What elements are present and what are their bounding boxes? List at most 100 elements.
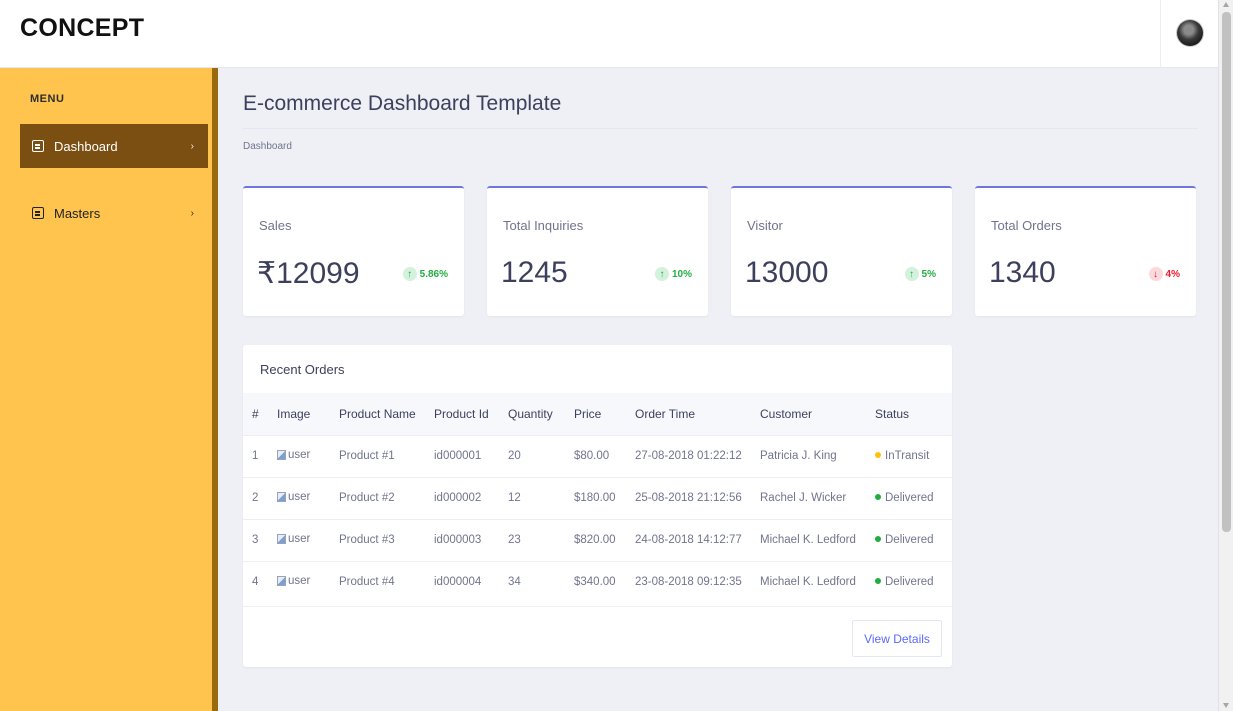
image-alt-text: user: [288, 449, 311, 461]
stat-card-label: Total Inquiries: [503, 218, 584, 233]
sidebar-item-masters[interactable]: Masters ›: [20, 191, 208, 235]
order-time: 23-08-2018 09:12:35: [635, 576, 742, 589]
arrow-down-icon: ↓: [1148, 267, 1163, 281]
stat-card-delta: ↓ 4%: [1148, 267, 1180, 281]
image-alt-text: user: [288, 491, 311, 503]
page-scrollbar[interactable]: [1218, 0, 1233, 711]
row-number: 3: [252, 534, 259, 546]
stat-card-value: 1245: [501, 256, 568, 289]
stat-card-label: Sales: [259, 218, 292, 233]
stat-card-delta-value: 4%: [1165, 268, 1180, 280]
column-header: Image: [277, 406, 311, 421]
broken-image-icon: [277, 492, 286, 502]
sidebar: MENU Dashboard › Masters ›: [0, 68, 218, 711]
status: Delivered: [866, 561, 952, 603]
breadcrumb[interactable]: Dashboard: [243, 141, 292, 152]
quantity: 34: [508, 576, 521, 589]
column-header: Product Id: [434, 406, 489, 421]
row-number: 2: [252, 492, 259, 504]
arrow-up-icon: ↑: [904, 267, 919, 281]
sidebar-menu-title: MENU: [30, 93, 65, 105]
product-name: Product #1: [339, 450, 395, 462]
title-divider: [243, 128, 1198, 129]
order-time: 24-08-2018 14:12:77: [635, 534, 742, 546]
quantity: 23: [508, 534, 521, 546]
top-navbar: CONCEPT: [0, 0, 1218, 68]
product-name: Product #4: [339, 576, 395, 589]
stat-card-delta: ↑ 10%: [654, 267, 692, 281]
chevron-right-icon: ›: [190, 140, 194, 152]
price: $80.00: [574, 450, 610, 462]
column-header: Quantity: [508, 406, 553, 421]
product-id: id000004: [434, 576, 482, 589]
scrollbar-thumb[interactable]: [1222, 12, 1231, 532]
brand-logo[interactable]: CONCEPT: [20, 14, 144, 43]
broken-image-icon: [277, 450, 286, 460]
user-avatar-icon[interactable]: [1177, 20, 1203, 46]
status-label: Delivered: [885, 576, 934, 589]
stat-card-delta: ↑ 5%: [904, 267, 936, 281]
stat-card-label: Visitor: [747, 218, 783, 233]
image-alt-text: user: [288, 575, 311, 588]
status-dot-icon: [875, 578, 881, 585]
status-dot-icon: [875, 452, 881, 458]
price: $180.00: [574, 492, 616, 504]
arrow-up-icon: ↑: [654, 267, 669, 281]
dashboard-icon: [32, 140, 44, 152]
table-row[interactable]: 2 user Product #2 id000002 12 $180.00 25…: [243, 477, 952, 519]
product-id: id000002: [434, 492, 482, 504]
column-header: Order Time: [635, 406, 696, 421]
customer: Rachel J. Wicker: [760, 492, 847, 504]
price: $340.00: [574, 576, 616, 589]
product-image: user: [268, 477, 330, 519]
quantity: 12: [508, 492, 521, 504]
arrow-up-icon: ↑: [402, 267, 417, 281]
column-header: Customer: [760, 406, 813, 421]
page-title: E-commerce Dashboard Template: [243, 92, 562, 115]
product-id: id000001: [434, 450, 482, 462]
product-name: Product #3: [339, 534, 395, 546]
recent-orders-title: Recent Orders: [260, 362, 345, 377]
broken-image-icon: [277, 576, 286, 587]
status-label: Delivered: [885, 492, 934, 504]
quantity: 20: [508, 450, 521, 462]
stat-card-value: 1340: [989, 256, 1056, 289]
table-footer-divider: [243, 606, 952, 607]
view-details-button[interactable]: View Details: [852, 620, 942, 657]
recent-orders-card: Recent Orders # Image Product Name Produ…: [243, 345, 952, 667]
broken-image-icon: [277, 534, 286, 544]
column-header: Status: [875, 406, 910, 421]
status-dot-icon: [875, 494, 881, 500]
stat-card-delta: ↑ 5.86%: [402, 267, 448, 281]
table-row[interactable]: 3 user Product #3 id000003 23 $820.00 24…: [243, 519, 952, 561]
price: $820.00: [574, 534, 616, 546]
stat-card-delta-value: 10%: [671, 268, 692, 280]
product-name: Product #2: [339, 492, 395, 504]
stat-card-sales: Sales ₹12099 ↑ 5.86%: [243, 186, 464, 316]
table-row[interactable]: 1 user Product #1 id000001 20 $80.00 27-…: [243, 435, 952, 477]
sidebar-edge: [212, 68, 218, 711]
table-row[interactable]: 4 user Product #4 id000004 34 $340.00 23…: [243, 561, 952, 603]
stat-card-delta-value: 5%: [921, 268, 936, 280]
masters-icon: [32, 207, 44, 219]
product-id: id000003: [434, 534, 482, 546]
scroll-up-arrow-icon[interactable]: [1223, 2, 1229, 7]
customer: Michael K. Ledford: [760, 534, 856, 546]
orders-table: # Image Product Name Product Id Quantity…: [243, 393, 952, 603]
product-image: user: [268, 435, 330, 477]
order-time: 27-08-2018 01:22:12: [635, 450, 742, 462]
column-header: Price: [574, 406, 602, 421]
column-header: Product Name: [339, 406, 416, 421]
status-label: InTransit: [885, 450, 930, 462]
product-image: user: [268, 561, 330, 603]
image-alt-text: user: [288, 533, 311, 545]
column-header: #: [252, 406, 259, 421]
sidebar-item-dashboard[interactable]: Dashboard ›: [20, 124, 208, 168]
order-time: 25-08-2018 21:12:56: [635, 492, 742, 504]
sidebar-item-label: Masters: [54, 205, 101, 221]
chevron-right-icon: ›: [190, 207, 194, 219]
navbar-divider: [1160, 0, 1161, 68]
stat-card-label: Total Orders: [991, 218, 1062, 233]
scroll-down-arrow-icon[interactable]: [1223, 703, 1229, 708]
stat-card-total-orders: Total Orders 1340 ↓ 4%: [975, 186, 1196, 316]
